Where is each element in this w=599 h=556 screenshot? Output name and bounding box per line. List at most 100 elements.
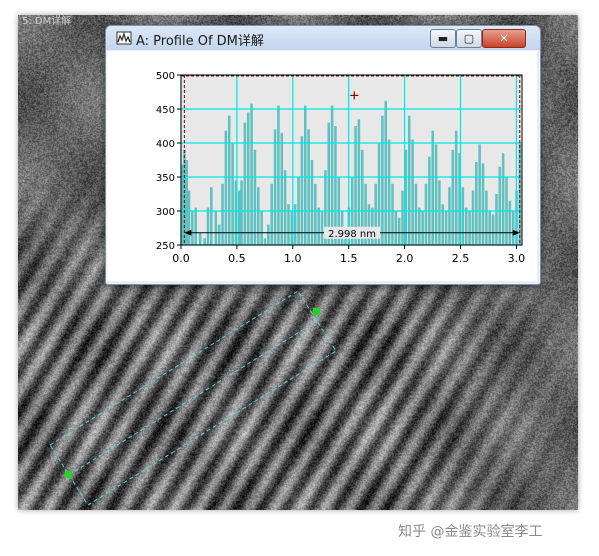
- measurement-label: 2.998 nm: [328, 229, 376, 240]
- profile-bar: [391, 183, 394, 245]
- profile-bar: [303, 105, 307, 245]
- profile-bar: [394, 211, 398, 245]
- profile-bar: [508, 200, 512, 245]
- profile-window[interactable]: A: Profile Of DM详解 ▬ ▢ ✕ 0.0 0.5 1.0 1.5 2.0…: [105, 25, 541, 285]
- profile-bar: [397, 217, 401, 245]
- y-tick-label: 300: [156, 207, 175, 218]
- profile-bar: [320, 211, 324, 245]
- x-tick-label: 0.0: [172, 252, 190, 265]
- profile-bar: [461, 187, 465, 245]
- roi-center-line: [68, 320, 318, 476]
- profile-bar: [444, 211, 448, 245]
- window-title: A: Profile Of DM详解: [136, 34, 264, 49]
- profile-bar: [191, 211, 194, 245]
- profile-bar: [441, 204, 445, 245]
- profile-bar: [421, 211, 424, 245]
- profile-bar: [431, 130, 434, 245]
- profile-bar: [217, 224, 221, 245]
- profile-bar: [238, 190, 241, 245]
- watermark-text: 知乎 @金鉴实验室李工: [398, 524, 543, 540]
- maximize-button[interactable]: ▢: [456, 29, 482, 48]
- profile-bar: [194, 207, 197, 245]
- profile-bar: [501, 153, 505, 245]
- profile-bar: [214, 211, 218, 245]
- profile-bar: [485, 190, 488, 245]
- profile-bar: [250, 103, 253, 245]
- line-profile-chart[interactable]: 0.0 0.5 1.0 1.5 2.0 2.5 3.0 250 300 350 400 450 500 2…: [107, 51, 537, 281]
- profile-bar: [280, 132, 284, 245]
- profile-bar: [511, 211, 515, 245]
- profile-bar: [330, 105, 334, 245]
- profile-bar: [451, 149, 455, 245]
- profile-bar: [293, 204, 297, 245]
- profile-bar: [478, 144, 481, 245]
- profile-bar: [231, 143, 234, 245]
- close-button[interactable]: ✕: [482, 29, 526, 48]
- minimize-button[interactable]: ▬: [430, 29, 456, 48]
- profile-bar: [468, 211, 471, 245]
- profile-bar: [464, 207, 468, 245]
- profile-tool-icon: [116, 31, 132, 45]
- profile-bar: [187, 190, 191, 245]
- profile-bar: [414, 183, 418, 245]
- window-titlebar[interactable]: A: Profile Of DM详解 ▬ ▢ ✕: [106, 26, 540, 50]
- profile-bar: [434, 144, 438, 245]
- x-tick-label: 2.5: [452, 252, 470, 265]
- profile-bar: [357, 119, 361, 245]
- y-tick-label: 400: [156, 139, 175, 150]
- profile-bar: [448, 187, 451, 245]
- profile-bar: [307, 129, 310, 245]
- tem-image-viewer: 5: DM详解 A: Profile Of DM详解 ▬ ▢ ✕ 0.0 0.5 1…: [18, 15, 578, 510]
- profile-bar: [518, 143, 522, 245]
- profile-bar: [384, 100, 388, 245]
- profile-bar: [260, 211, 263, 245]
- profile-bar: [277, 105, 280, 245]
- profile-bar: [263, 238, 267, 245]
- profile-bar: [381, 115, 384, 245]
- profile-bar: [224, 130, 228, 245]
- profile-bar: [488, 211, 491, 245]
- roi-rectangle[interactable]: [49, 290, 337, 506]
- x-tick-label: 1.0: [284, 252, 302, 265]
- profile-bar: [257, 187, 260, 245]
- profile-bar: [411, 139, 414, 245]
- x-tick-label: 1.5: [340, 252, 358, 265]
- profile-bar: [243, 122, 247, 245]
- y-tick-label: 450: [156, 105, 175, 116]
- y-tick-label: 350: [156, 173, 175, 184]
- profile-bar: [310, 160, 314, 245]
- profile-bar: [428, 156, 431, 245]
- y-tick-label: 500: [156, 71, 175, 82]
- profile-bar: [498, 166, 502, 245]
- profile-bar: [491, 214, 495, 245]
- profile-bar: [317, 207, 320, 245]
- maximize-icon: ▢: [463, 32, 475, 45]
- profile-bar: [418, 207, 421, 245]
- profile-bar: [387, 139, 391, 245]
- profile-bar: [454, 130, 458, 245]
- profile-bar: [424, 183, 428, 245]
- profile-bar: [401, 190, 404, 245]
- profile-bar: [283, 170, 287, 245]
- y-tick-label: 250: [156, 241, 175, 252]
- profile-bar: [495, 194, 498, 245]
- profile-bar: [270, 183, 273, 245]
- profile-bar: [327, 122, 330, 245]
- roi-end-handle[interactable]: [313, 308, 320, 315]
- profile-bar: [471, 190, 475, 245]
- profile-bar: [221, 183, 224, 245]
- profile-bar: [206, 207, 210, 245]
- profile-bar: [273, 129, 277, 245]
- profile-bar: [198, 232, 202, 245]
- profile-bar: [246, 112, 250, 246]
- profile-bar: [267, 224, 270, 245]
- x-tick-label: 2.0: [396, 252, 414, 265]
- profile-bar: [227, 115, 231, 245]
- roi-start-handle[interactable]: [65, 471, 72, 478]
- profile-bar: [300, 136, 304, 245]
- profile-plot-area: 0.0 0.5 1.0 1.5 2.0 2.5 3.0 250 300 350 400 450 500 2…: [107, 51, 537, 281]
- x-tick-label: 0.5: [228, 252, 246, 265]
- profile-bar: [240, 180, 243, 245]
- profile-bar: [253, 149, 257, 245]
- minimize-icon: ▬: [437, 32, 449, 45]
